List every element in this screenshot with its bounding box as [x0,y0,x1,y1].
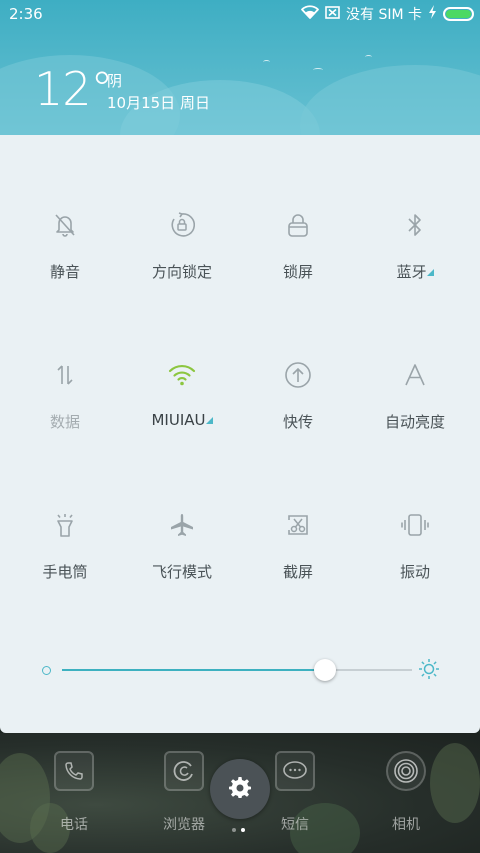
browser-icon [164,751,204,791]
toggle-label: 飞行模式 [151,563,212,581]
message-icon [275,751,315,791]
toggle-label: 截屏 [282,563,313,581]
dock-app-browser[interactable]: 浏览器 [149,751,219,834]
toggle-lock-screen[interactable]: 锁屏 [238,210,358,300]
wifi-icon [167,360,197,390]
wifi-icon [301,5,319,23]
temperature: 12° [34,62,114,116]
battery-icon [443,7,474,21]
toggle-airplane-mode[interactable]: 飞行模式 [122,510,242,600]
page-dot-active [241,828,245,832]
brightness-track[interactable] [62,659,412,681]
toggle-rotation-lock[interactable]: 方向锁定 [122,210,242,300]
upload-icon [283,360,313,390]
toggle-quick-transfer[interactable]: 快传 [238,360,358,450]
quick-settings-panel: 静音 方向锁定 锁屏 蓝牙 数据 MIUIAU 快传 自动亮度 手电筒 飞行模式… [0,135,480,733]
toggle-label: 静音 [49,263,80,281]
more-options-indicator [205,417,213,424]
toggle-screenshot[interactable]: 截屏 [238,510,358,600]
bird-decoration [263,60,270,64]
toggle-silent[interactable]: 静音 [5,210,125,300]
bell-mute-icon [50,210,80,240]
dock-app-label: 浏览器 [163,817,205,833]
toggle-label: 数据 [49,413,80,431]
weather-header[interactable]: 2:36 没有 SIM 卡 12° 阴 10月15日 周日 [0,0,480,135]
brightness-fill [62,669,325,671]
flashlight-icon [50,510,80,540]
screenshot-icon [283,510,313,540]
lock-icon [283,210,313,240]
page-dot [232,828,236,832]
data-arrows-icon [50,360,80,390]
weather-condition: 阴 [107,72,123,90]
toggle-bluetooth[interactable]: 蓝牙 [355,210,475,300]
toggle-label: 方向锁定 [151,263,212,281]
bird-decoration [313,68,323,72]
brightness-low-icon [42,666,51,675]
brightness-thumb[interactable] [313,659,336,681]
carrier-label: 没有 SIM 卡 [346,7,422,23]
toggle-label: 锁屏 [282,263,313,281]
dock-app-camera[interactable]: 相机 [371,751,441,834]
page-indicator [232,828,245,832]
toggle-label: 振动 [399,563,430,581]
toggle-mobile-data[interactable]: 数据 [5,360,125,450]
vibrate-icon [400,510,430,540]
toggle-label: 快传 [282,413,313,431]
status-time: 2:36 [9,5,43,23]
toggle-label: MIUIAU [151,411,206,429]
dock-app-label: 相机 [392,817,420,833]
phone-icon [54,751,94,791]
auto-brightness-icon [400,360,430,390]
home-dock: 电话 浏览器 短信 相机 [0,733,480,853]
settings-button[interactable] [210,759,270,819]
gear-icon [229,776,251,802]
dock-app-label: 短信 [281,817,309,833]
weather-date: 10月15日 周日 [107,94,210,112]
toggle-vibrate[interactable]: 振动 [355,510,475,600]
toggle-label: 蓝牙 [396,263,427,281]
status-bar: 2:36 没有 SIM 卡 [0,0,480,28]
bird-decoration [365,55,372,59]
toggle-label: 手电筒 [42,563,88,581]
dock-app-messages[interactable]: 短信 [260,751,330,834]
brightness-high-icon [418,658,440,680]
rotation-lock-icon [167,210,197,240]
sim-icon [325,5,340,23]
airplane-icon [167,510,197,540]
brightness-slider[interactable] [40,656,450,684]
toggle-label: 自动亮度 [384,413,445,431]
charging-icon [428,5,437,23]
dock-app-label: 电话 [60,817,88,833]
bluetooth-icon [400,210,430,240]
toggle-flashlight[interactable]: 手电筒 [5,510,125,600]
more-options-indicator [426,269,434,276]
dock-app-phone[interactable]: 电话 [39,751,109,834]
toggle-wifi[interactable]: MIUIAU [122,360,242,450]
toggle-auto-brightness[interactable]: 自动亮度 [355,360,475,450]
camera-icon [386,751,426,791]
